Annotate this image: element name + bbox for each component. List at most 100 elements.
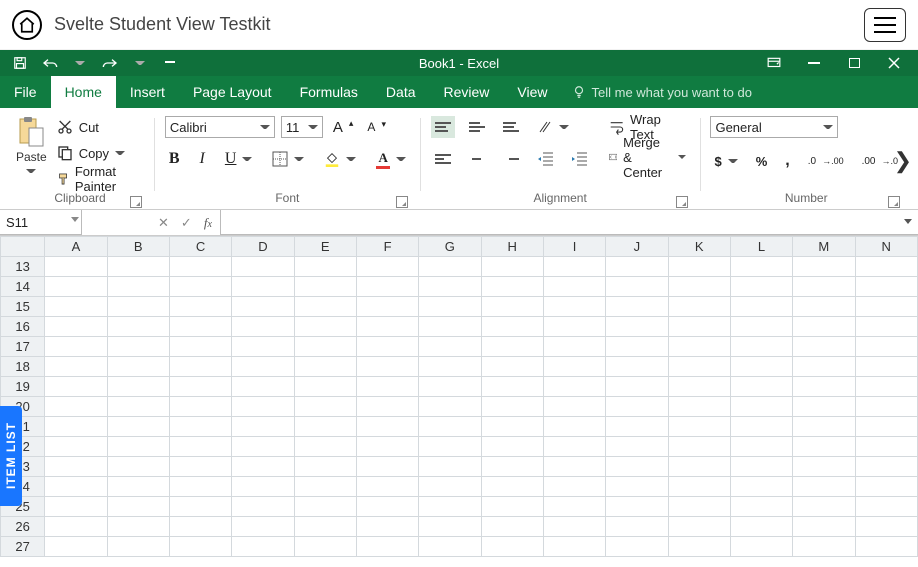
cell[interactable] [606, 437, 668, 457]
cell[interactable] [730, 417, 792, 437]
cell[interactable] [606, 297, 668, 317]
decrease-font-size-button[interactable]: A▾ [363, 116, 390, 138]
col-header[interactable]: G [419, 237, 481, 257]
align-middle-button[interactable] [465, 116, 489, 138]
cell[interactable] [855, 277, 918, 297]
ribbon-display-options-icon[interactable] [754, 50, 794, 76]
cell[interactable] [855, 317, 918, 337]
cell[interactable] [855, 477, 918, 497]
cell[interactable] [294, 357, 356, 377]
row-header[interactable]: 17 [1, 337, 45, 357]
col-header[interactable]: F [356, 237, 418, 257]
cell[interactable] [294, 337, 356, 357]
fill-color-button[interactable] [320, 148, 360, 170]
cell[interactable] [481, 477, 543, 497]
cell[interactable] [730, 377, 792, 397]
cell[interactable] [294, 477, 356, 497]
cell[interactable] [294, 317, 356, 337]
cell[interactable] [232, 317, 294, 337]
font-dialog-launcher[interactable] [396, 196, 408, 208]
cell[interactable] [169, 497, 231, 517]
cell[interactable] [793, 357, 855, 377]
cell[interactable] [543, 437, 605, 457]
bold-button[interactable]: B [165, 148, 184, 170]
cell[interactable] [543, 497, 605, 517]
cell[interactable] [793, 457, 855, 477]
col-header[interactable]: D [232, 237, 294, 257]
cell[interactable] [419, 537, 481, 557]
enter-formula-icon[interactable]: ✓ [181, 215, 192, 231]
cell[interactable] [606, 417, 668, 437]
cell[interactable] [232, 437, 294, 457]
cell[interactable] [481, 497, 543, 517]
align-center-button[interactable] [465, 148, 489, 170]
cell[interactable] [169, 357, 231, 377]
cell[interactable] [668, 417, 730, 437]
cell[interactable] [294, 277, 356, 297]
cell[interactable] [232, 377, 294, 397]
cell[interactable] [855, 377, 918, 397]
cell[interactable] [45, 437, 107, 457]
orientation-button[interactable] [533, 116, 573, 138]
cell[interactable] [169, 477, 231, 497]
cell[interactable] [793, 497, 855, 517]
cell[interactable] [294, 497, 356, 517]
comma-format-button[interactable]: , [781, 150, 793, 172]
increase-indent-button[interactable] [567, 148, 591, 170]
cell[interactable] [481, 297, 543, 317]
cell[interactable] [730, 297, 792, 317]
cell[interactable] [356, 377, 418, 397]
cell[interactable] [606, 337, 668, 357]
ribbon-scroll-right-icon[interactable]: ❯ [894, 148, 912, 174]
cell[interactable] [481, 397, 543, 417]
cell[interactable] [232, 297, 294, 317]
cell[interactable] [793, 477, 855, 497]
font-name-combo[interactable]: Calibri [165, 116, 275, 138]
cell[interactable] [356, 477, 418, 497]
cell[interactable] [793, 277, 855, 297]
underline-button[interactable]: U [221, 148, 257, 170]
cell[interactable] [730, 317, 792, 337]
cell[interactable] [419, 297, 481, 317]
cell[interactable] [730, 477, 792, 497]
formula-bar-expand-icon[interactable] [904, 219, 912, 224]
cell[interactable] [419, 497, 481, 517]
cell[interactable] [543, 457, 605, 477]
row-header[interactable]: 15 [1, 297, 45, 317]
cell[interactable] [668, 297, 730, 317]
cell[interactable] [169, 277, 231, 297]
quick-access-customize[interactable] [158, 52, 182, 74]
cell[interactable] [481, 277, 543, 297]
cell[interactable] [232, 517, 294, 537]
cell[interactable] [855, 497, 918, 517]
cell[interactable] [169, 317, 231, 337]
cell[interactable] [294, 517, 356, 537]
cell[interactable] [855, 357, 918, 377]
cell[interactable] [232, 537, 294, 557]
row-header[interactable]: 27 [1, 537, 45, 557]
font-size-combo[interactable]: 11 [281, 116, 323, 138]
cell[interactable] [356, 457, 418, 477]
cell[interactable] [855, 257, 918, 277]
cell[interactable] [730, 357, 792, 377]
accounting-format-button[interactable]: $ [710, 150, 741, 172]
cell[interactable] [730, 517, 792, 537]
cell[interactable] [730, 537, 792, 557]
redo-dropdown[interactable] [128, 52, 152, 74]
col-header[interactable]: J [606, 237, 668, 257]
cell[interactable] [481, 377, 543, 397]
item-list-side-tab[interactable]: ITEM LIST [0, 406, 22, 506]
cell[interactable] [45, 297, 107, 317]
clipboard-dialog-launcher[interactable] [130, 196, 142, 208]
cell[interactable] [294, 257, 356, 277]
cell[interactable] [793, 517, 855, 537]
cell[interactable] [169, 257, 231, 277]
cell[interactable] [855, 517, 918, 537]
col-header[interactable]: N [855, 237, 918, 257]
cell[interactable] [169, 537, 231, 557]
cell[interactable] [294, 297, 356, 317]
cell[interactable] [169, 417, 231, 437]
maximize-button[interactable] [834, 50, 874, 76]
cell[interactable] [606, 277, 668, 297]
cell[interactable] [543, 517, 605, 537]
